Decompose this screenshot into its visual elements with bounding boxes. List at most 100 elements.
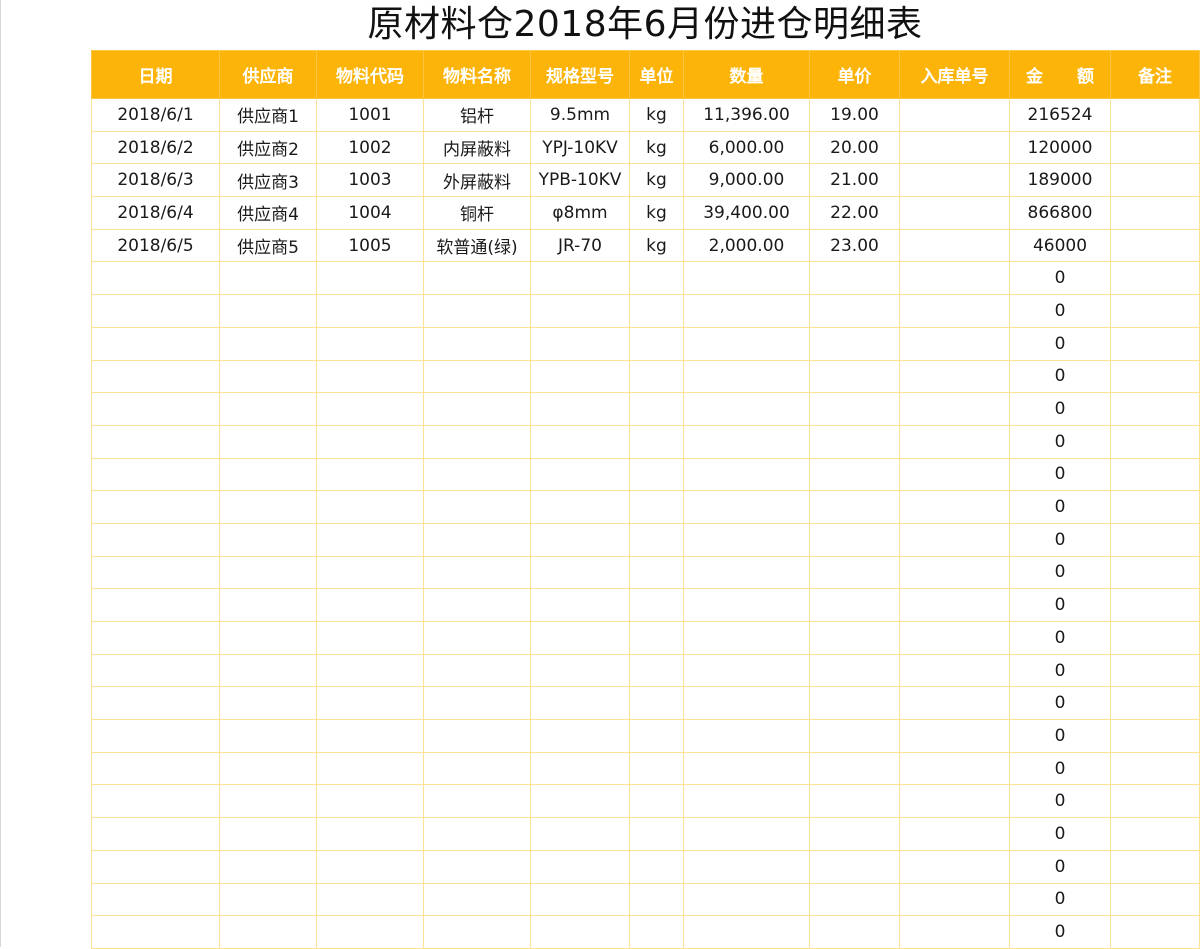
cell-receipt-number[interactable]	[899, 424, 1010, 459]
cell-remarks[interactable]	[1110, 163, 1200, 198]
cell-unit[interactable]	[629, 621, 684, 655]
cell-amount[interactable]: 0	[1009, 326, 1111, 361]
cell-remarks[interactable]	[1110, 98, 1200, 132]
cell-spec-model[interactable]	[530, 261, 630, 296]
cell-unit-price[interactable]: 23.00	[809, 228, 900, 263]
cell-quantity[interactable]	[683, 849, 810, 884]
cell-remarks[interactable]	[1110, 784, 1200, 819]
cell-amount[interactable]: 0	[1009, 294, 1111, 328]
cell-date[interactable]	[91, 490, 220, 524]
cell-supplier[interactable]	[219, 359, 317, 394]
cell-supplier[interactable]	[219, 849, 317, 884]
cell-amount[interactable]: 0	[1009, 719, 1111, 753]
cell-quantity[interactable]	[683, 424, 810, 459]
cell-unit-price[interactable]	[809, 457, 900, 492]
cell-amount[interactable]: 189000	[1009, 163, 1111, 198]
cell-date[interactable]: 2018/6/4	[91, 196, 220, 230]
cell-supplier[interactable]	[219, 588, 317, 622]
cell-unit[interactable]: kg	[629, 196, 684, 230]
cell-material-code[interactable]	[316, 261, 424, 296]
cell-receipt-number[interactable]	[899, 196, 1010, 230]
cell-remarks[interactable]	[1110, 261, 1200, 296]
cell-date[interactable]	[91, 555, 220, 590]
cell-supplier[interactable]	[219, 719, 317, 753]
cell-quantity[interactable]: 6,000.00	[683, 130, 810, 165]
cell-material-code[interactable]	[316, 424, 424, 459]
column-header-quantity[interactable]: 数量	[683, 50, 810, 99]
cell-material-code[interactable]	[316, 686, 424, 721]
cell-material-name[interactable]	[423, 359, 531, 394]
cell-quantity[interactable]	[683, 882, 810, 917]
cell-material-code[interactable]	[316, 817, 424, 851]
cell-unit-price[interactable]	[809, 261, 900, 296]
cell-material-name[interactable]	[423, 457, 531, 492]
column-header-remarks[interactable]: 备注	[1110, 50, 1200, 99]
cell-unit-price[interactable]	[809, 294, 900, 328]
cell-material-name[interactable]	[423, 621, 531, 655]
cell-receipt-number[interactable]	[899, 228, 1010, 263]
cell-supplier[interactable]	[219, 294, 317, 328]
cell-amount[interactable]: 0	[1009, 817, 1111, 851]
cell-supplier[interactable]	[219, 784, 317, 819]
cell-unit-price[interactable]	[809, 686, 900, 721]
cell-receipt-number[interactable]	[899, 490, 1010, 524]
cell-spec-model[interactable]: YPB-10KV	[530, 163, 630, 198]
cell-supplier[interactable]: 供应商4	[219, 196, 317, 230]
cell-unit[interactable]: kg	[629, 98, 684, 132]
cell-spec-model[interactable]	[530, 621, 630, 655]
cell-date[interactable]	[91, 686, 220, 721]
cell-amount[interactable]: 0	[1009, 555, 1111, 590]
cell-amount[interactable]: 0	[1009, 653, 1111, 688]
cell-material-name[interactable]	[423, 490, 531, 524]
cell-material-code[interactable]	[316, 588, 424, 622]
cell-material-code[interactable]: 1004	[316, 196, 424, 230]
cell-unit-price[interactable]	[809, 653, 900, 688]
cell-remarks[interactable]	[1110, 294, 1200, 328]
cell-spec-model[interactable]	[530, 457, 630, 492]
cell-unit[interactable]: kg	[629, 228, 684, 263]
cell-supplier[interactable]	[219, 555, 317, 590]
cell-unit-price[interactable]	[809, 424, 900, 459]
cell-supplier[interactable]	[219, 882, 317, 917]
cell-material-name[interactable]	[423, 555, 531, 590]
cell-date[interactable]	[91, 261, 220, 296]
cell-supplier[interactable]	[219, 457, 317, 492]
cell-unit[interactable]	[629, 294, 684, 328]
column-header-unit[interactable]: 单位	[629, 50, 684, 99]
cell-receipt-number[interactable]	[899, 915, 1010, 949]
cell-unit-price[interactable]	[809, 915, 900, 949]
cell-receipt-number[interactable]	[899, 784, 1010, 819]
cell-receipt-number[interactable]	[899, 359, 1010, 394]
cell-amount[interactable]: 0	[1009, 915, 1111, 949]
cell-amount[interactable]: 46000	[1009, 228, 1111, 263]
cell-material-code[interactable]	[316, 555, 424, 590]
cell-supplier[interactable]	[219, 817, 317, 851]
cell-spec-model[interactable]	[530, 424, 630, 459]
cell-material-name[interactable]	[423, 784, 531, 819]
cell-material-name[interactable]	[423, 686, 531, 721]
cell-receipt-number[interactable]	[899, 392, 1010, 426]
cell-amount[interactable]: 120000	[1009, 130, 1111, 165]
cell-amount[interactable]: 866800	[1009, 196, 1111, 230]
cell-material-code[interactable]	[316, 522, 424, 557]
cell-quantity[interactable]	[683, 784, 810, 819]
cell-remarks[interactable]	[1110, 555, 1200, 590]
cell-remarks[interactable]	[1110, 849, 1200, 884]
cell-unit-price[interactable]	[809, 555, 900, 590]
cell-material-name[interactable]	[423, 882, 531, 917]
cell-amount[interactable]: 0	[1009, 522, 1111, 557]
cell-unit-price[interactable]: 21.00	[809, 163, 900, 198]
cell-quantity[interactable]	[683, 719, 810, 753]
cell-quantity[interactable]	[683, 522, 810, 557]
column-header-material-code[interactable]: 物料代码	[316, 50, 424, 99]
cell-remarks[interactable]	[1110, 359, 1200, 394]
cell-unit[interactable]	[629, 882, 684, 917]
cell-material-code[interactable]	[316, 849, 424, 884]
cell-material-name[interactable]: 铝杆	[423, 98, 531, 132]
cell-amount[interactable]: 0	[1009, 490, 1111, 524]
cell-supplier[interactable]	[219, 326, 317, 361]
cell-remarks[interactable]	[1110, 915, 1200, 949]
cell-date[interactable]: 2018/6/5	[91, 228, 220, 263]
cell-unit-price[interactable]	[809, 817, 900, 851]
cell-receipt-number[interactable]	[899, 719, 1010, 753]
